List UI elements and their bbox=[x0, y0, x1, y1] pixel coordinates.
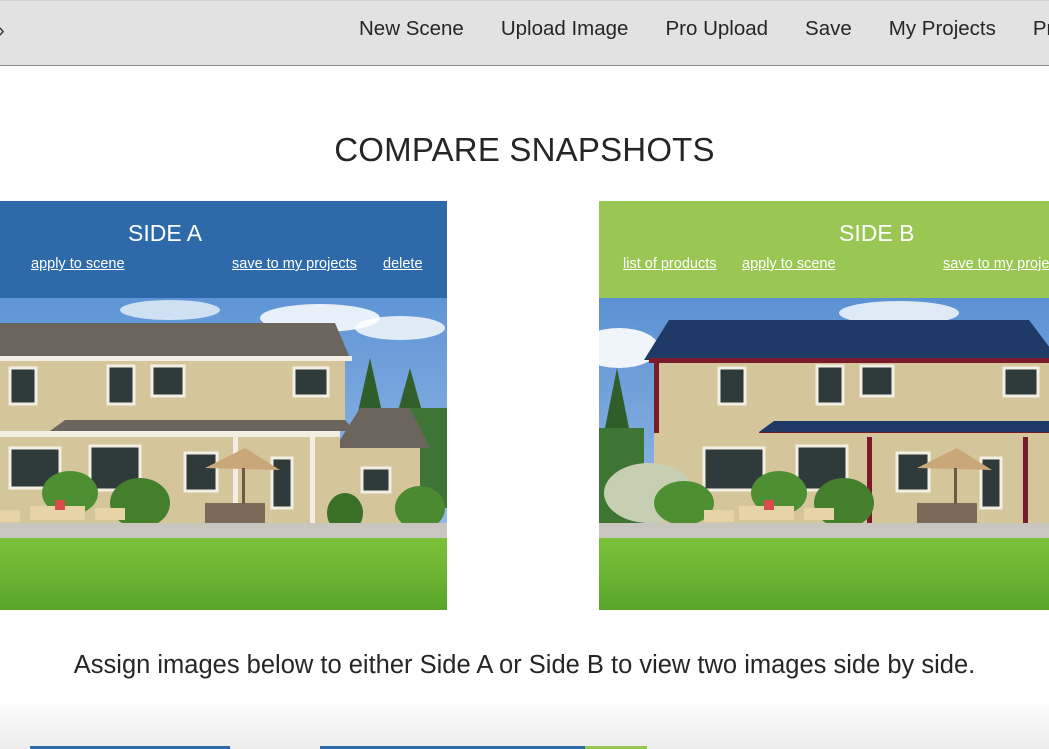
compare-instructions: Assign images below to either Side A or … bbox=[73, 651, 976, 679]
side-a-header: SIDE A s apply to scene save to my proje… bbox=[0, 201, 447, 298]
side-a-save-to-my-projects-link[interactable]: save to my projects bbox=[232, 256, 357, 272]
main-nav: New Scene Upload Image Pro Upload Save M… bbox=[359, 1, 1049, 57]
nav-save[interactable]: Save bbox=[805, 17, 852, 41]
side-a-panel: SIDE A s apply to scene save to my proje… bbox=[0, 201, 447, 610]
nav-my-projects[interactable]: My Projects bbox=[889, 17, 996, 41]
side-b-panel: SIDE B list of products apply to scene s… bbox=[599, 201, 1049, 610]
side-a-house-image bbox=[0, 298, 447, 610]
side-b-header: SIDE B list of products apply to scene s… bbox=[599, 201, 1049, 298]
side-b-title: SIDE B bbox=[839, 220, 915, 246]
nav-new-scene[interactable]: New Scene bbox=[359, 17, 464, 41]
snapshot-thumbnail-strip bbox=[0, 700, 1049, 749]
nav-upload-image[interactable]: Upload Image bbox=[501, 17, 629, 41]
side-b-save-to-my-projects-link[interactable]: save to my projects bbox=[943, 256, 1049, 272]
nav-pro-upload[interactable]: Pro Upload bbox=[665, 17, 768, 41]
side-b-house-image bbox=[599, 298, 1049, 610]
nav-print[interactable]: Print bbox=[1033, 17, 1049, 41]
page-title: COMPARE SNAPSHOTS bbox=[334, 131, 715, 168]
menu-edge-icon[interactable]: › bbox=[0, 20, 5, 43]
side-b-apply-to-scene-link[interactable]: apply to scene bbox=[742, 256, 836, 272]
side-b-list-of-products-link[interactable]: list of products bbox=[623, 256, 717, 272]
side-a-delete-link[interactable]: delete bbox=[383, 256, 423, 272]
top-nav-bar: › New Scene Upload Image Pro Upload Save… bbox=[0, 0, 1049, 66]
side-a-title: SIDE A bbox=[128, 220, 203, 246]
side-a-apply-to-scene-link[interactable]: apply to scene bbox=[31, 256, 125, 272]
